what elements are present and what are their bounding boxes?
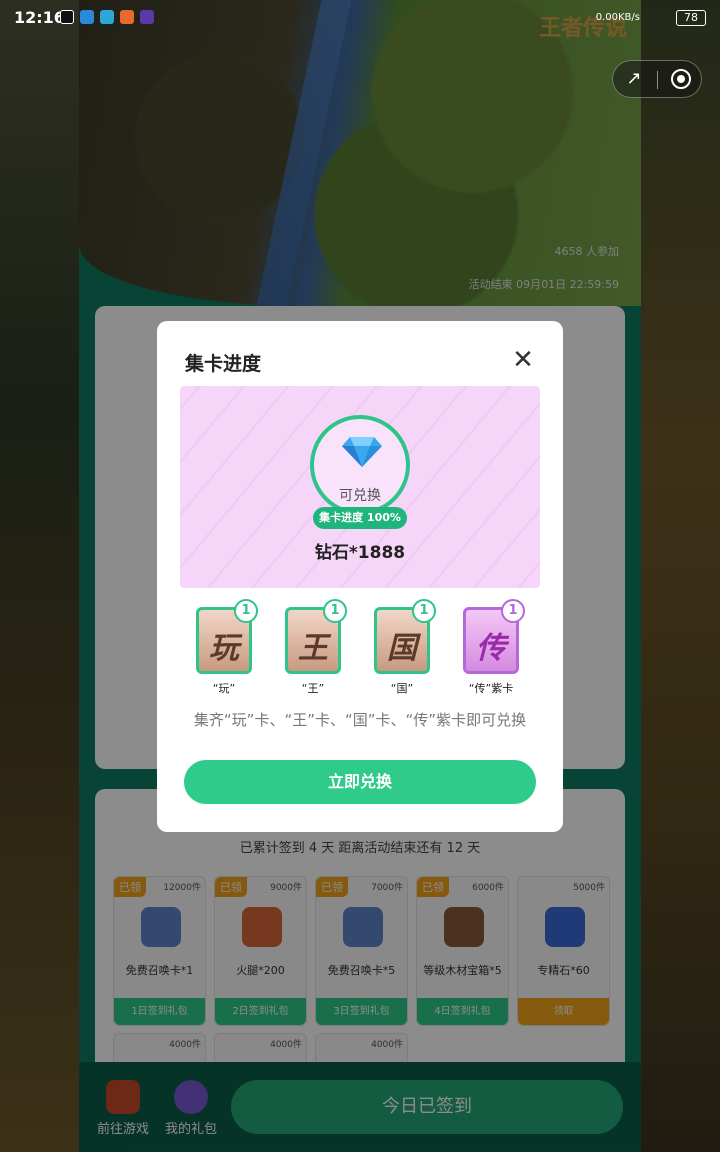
card-glyph: 王	[298, 631, 328, 666]
network-speed: 0.00KB/s	[595, 12, 640, 23]
miniapp-capsule: ↗	[612, 60, 702, 98]
kwai-icon	[140, 10, 154, 24]
browser-icon	[100, 10, 114, 24]
progress-badge: 集卡进度 100%	[313, 507, 407, 529]
card-glyph: 国	[387, 631, 417, 666]
tiktok-icon	[60, 10, 74, 24]
diamond-icon	[342, 437, 382, 467]
modal-title: 集卡进度	[185, 353, 262, 375]
notification-icons	[60, 10, 154, 24]
capsule-divider	[657, 71, 658, 89]
card-glyph: 玩	[209, 631, 239, 666]
progress-ring: 可兑换	[310, 415, 410, 515]
redeem-instruction: 集齐“玩”卡、“王”卡、“国”卡、“传”紫卡即可兑换	[193, 711, 527, 729]
card-count-badge: 1	[323, 599, 347, 623]
share-icon[interactable]: ↗	[623, 68, 645, 90]
redeemable-text: 可兑换	[339, 488, 381, 504]
reward-text: 钻石*1888	[314, 543, 406, 563]
status-bar: 12:16 0.00KB/s 78	[0, 0, 720, 36]
redeem-button[interactable]: 立即兑换	[184, 760, 536, 804]
card-count-badge: 1	[234, 599, 258, 623]
battery-icon: 78	[676, 10, 706, 26]
card-guo: 国 1 “国”	[374, 599, 436, 696]
status-time: 12:16	[14, 8, 65, 27]
card-glyph: 传	[476, 631, 506, 666]
close-icon[interactable]: ✕	[511, 347, 535, 373]
card-label: “传”紫卡	[468, 682, 514, 695]
card-label: “国”	[390, 682, 414, 695]
card-count-badge: 1	[412, 599, 436, 623]
card-label: “玩”	[212, 682, 236, 695]
card-list: 玩 1 “玩” 王 1 “王” 国 1 “国” 传 1 “传”紫卡	[196, 599, 526, 707]
game-app-icon	[120, 10, 134, 24]
card-chuan-purple: 传 1 “传”紫卡	[463, 599, 525, 696]
record-icon[interactable]	[671, 69, 691, 89]
card-progress-modal: 集卡进度 ✕ 可兑换 集卡进度 100% 钻石*1888 玩 1 “玩” 王 1…	[157, 321, 563, 832]
card-label: “王”	[301, 682, 325, 695]
card-count-badge: 1	[501, 599, 525, 623]
card-wang: 王 1 “王”	[285, 599, 347, 696]
browser-icon	[80, 10, 94, 24]
progress-panel: 可兑换 集卡进度 100% 钻石*1888	[180, 386, 540, 588]
card-wan: 玩 1 “玩”	[196, 599, 258, 696]
